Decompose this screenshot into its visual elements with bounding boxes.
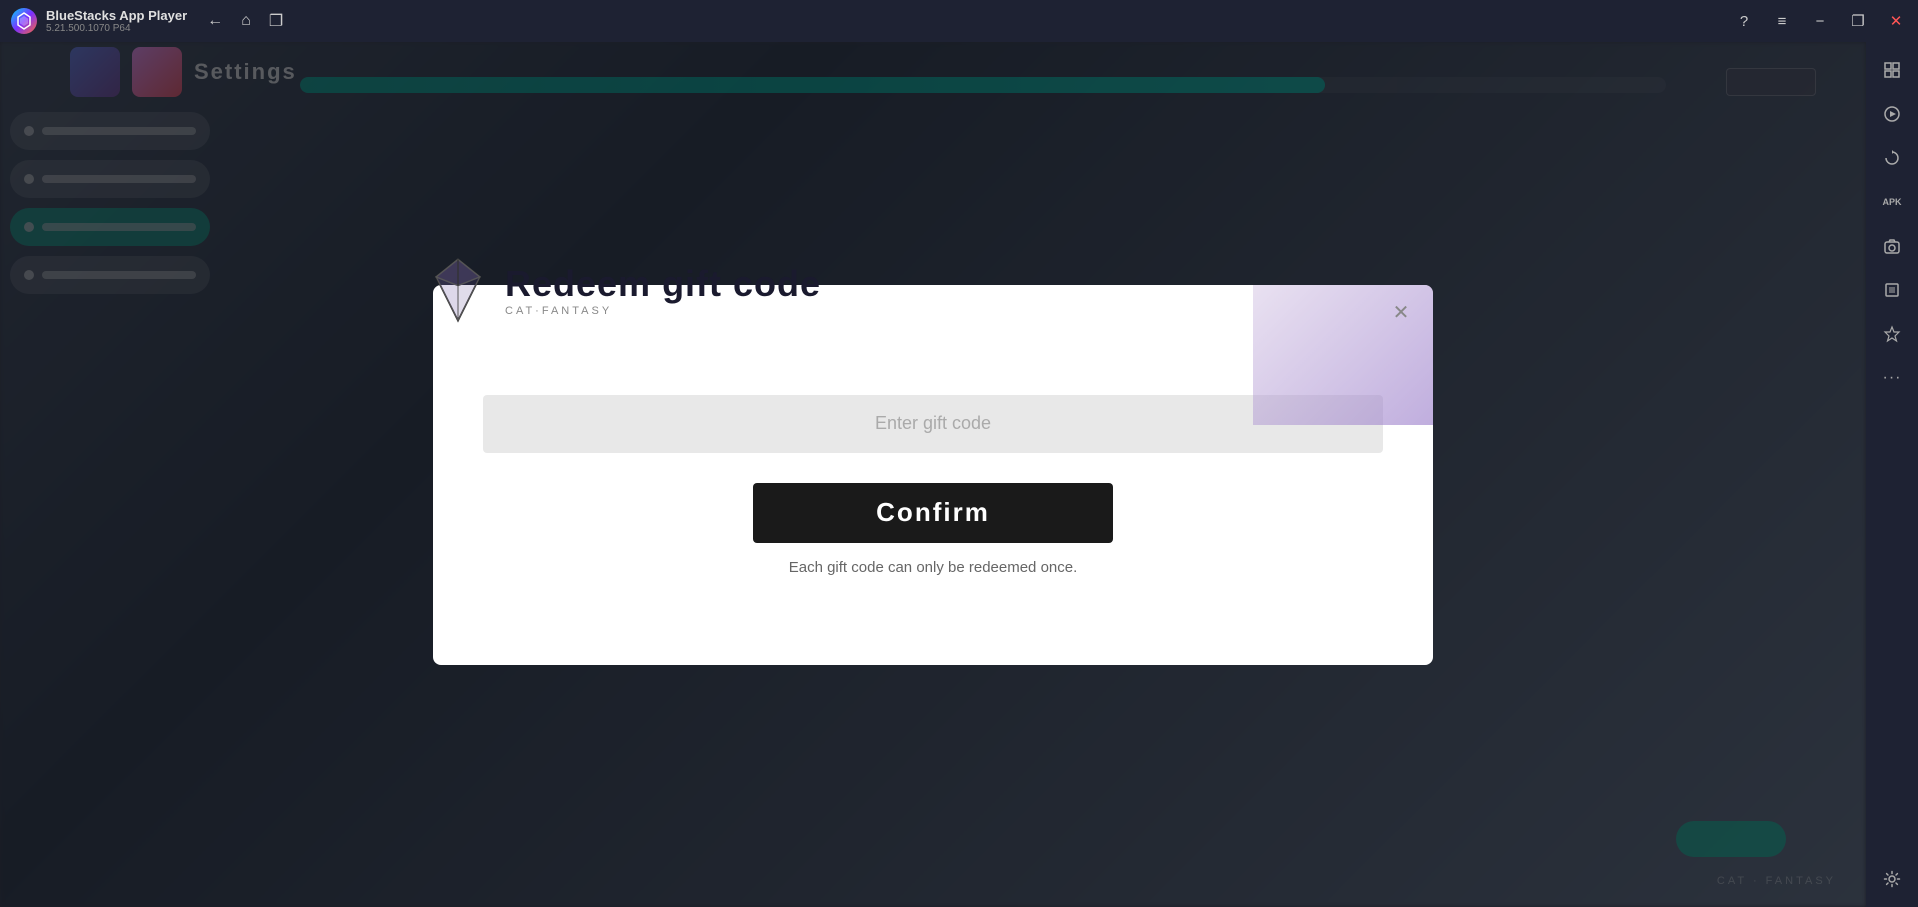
dialog-close-button[interactable]: ✕ xyxy=(1385,297,1417,329)
gift-code-input[interactable] xyxy=(483,395,1383,453)
help-button[interactable]: ? xyxy=(1732,9,1756,33)
minimize-button[interactable]: − xyxy=(1808,9,1832,33)
sidebar-camera-button[interactable] xyxy=(1874,228,1910,264)
title-bar: BlueStacks App Player 5.21.500.1070 P64 … xyxy=(0,0,1918,42)
rotate-icon xyxy=(1883,149,1901,167)
dialog-overlay: Redeem gift code CAT·FANTASY ✕ Confirm E… xyxy=(0,42,1866,907)
window-controls: ? ≡ − ❐ ✕ xyxy=(1732,9,1908,33)
app-name: BlueStacks App Player xyxy=(46,8,187,23)
app-version: 5.21.500.1070 P64 xyxy=(46,23,187,34)
video-icon xyxy=(1883,105,1901,123)
more-dots-icon: ··· xyxy=(1883,369,1902,387)
redeem-dialog: Redeem gift code CAT·FANTASY ✕ Confirm E… xyxy=(433,285,1433,665)
sidebar-expand-button[interactable] xyxy=(1874,52,1910,88)
home-button[interactable]: ⌂ xyxy=(241,12,251,30)
screenshot-icon xyxy=(1883,281,1901,299)
app-title-text: BlueStacks App Player 5.21.500.1070 P64 xyxy=(46,8,187,34)
sidebar-more-button[interactable]: ··· xyxy=(1874,360,1910,396)
copy-button[interactable]: ❐ xyxy=(269,11,283,31)
gift-code-input-wrapper xyxy=(483,395,1383,453)
back-button[interactable]: ← xyxy=(207,12,223,30)
star-icon xyxy=(1883,325,1901,343)
redemption-note: Each gift code can only be redeemed once… xyxy=(789,559,1078,576)
main-area: Settings xyxy=(0,42,1918,907)
sidebar-apk-button[interactable]: APK xyxy=(1874,184,1910,220)
right-sidebar: APK ··· xyxy=(1866,42,1918,907)
expand-icon xyxy=(1883,61,1901,79)
game-area: Settings xyxy=(0,42,1866,907)
confirm-button[interactable]: Confirm xyxy=(753,483,1113,543)
dialog-subtitle: CAT·FANTASY xyxy=(505,305,821,317)
title-bar-nav: ← ⌂ ❐ xyxy=(207,11,283,31)
dialog-title: Redeem gift code xyxy=(505,263,821,305)
bluestacks-logo xyxy=(10,7,38,35)
sidebar-screenshot-button[interactable] xyxy=(1874,272,1910,308)
diamond-logo-icon xyxy=(423,255,493,325)
restore-button[interactable]: ❐ xyxy=(1846,9,1870,33)
sidebar-rotate-button[interactable] xyxy=(1874,140,1910,176)
close-window-button[interactable]: ✕ xyxy=(1884,9,1908,33)
dialog-title-area: Redeem gift code CAT·FANTASY xyxy=(505,263,821,317)
sidebar-settings-button[interactable] xyxy=(1874,861,1910,897)
menu-button[interactable]: ≡ xyxy=(1770,9,1794,33)
dialog-header: Redeem gift code CAT·FANTASY xyxy=(423,255,821,325)
camera-icon xyxy=(1883,237,1901,255)
settings-icon xyxy=(1883,870,1901,888)
sidebar-star-button[interactable] xyxy=(1874,316,1910,352)
apk-label: APK xyxy=(1882,197,1901,207)
sidebar-video-button[interactable] xyxy=(1874,96,1910,132)
